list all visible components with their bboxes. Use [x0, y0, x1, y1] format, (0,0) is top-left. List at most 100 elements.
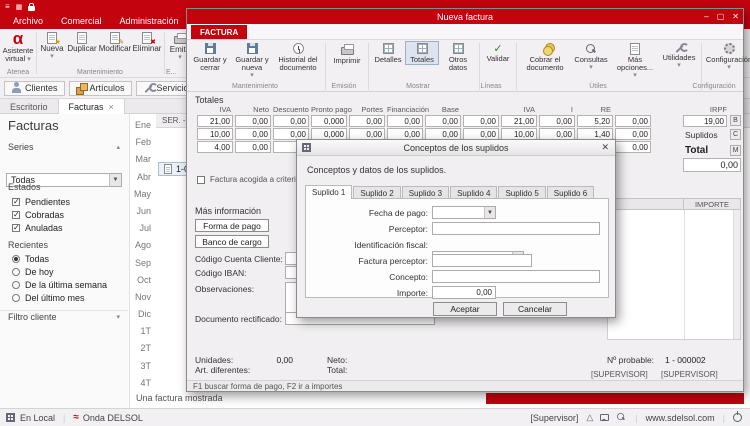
suplidos-titlebar[interactable]: Conceptos de los suplidos ✕ [297, 140, 615, 156]
totals-cell[interactable]: 0,00 [425, 115, 461, 127]
minimize-icon[interactable]: – [704, 12, 708, 21]
suplidos-label[interactable]: Suplidos [685, 130, 718, 140]
supervisor-label[interactable]: [Supervisor] [530, 413, 578, 423]
checkbox-icon[interactable] [12, 211, 20, 219]
irpf-value[interactable]: 19,00 [683, 115, 727, 127]
guardar-nueva-button[interactable]: Guardar y nueva ▾ [232, 42, 272, 80]
window-icon[interactable]: ▦ [16, 3, 23, 11]
mas-opciones-button[interactable]: Más opciones... ▾ [612, 42, 658, 80]
chevron-down-icon[interactable]: ▼ [484, 207, 495, 218]
duplicar-button[interactable]: Duplicar [66, 30, 98, 61]
fecha-pago-select[interactable]: ▼ [432, 206, 496, 219]
concepto-input[interactable] [432, 270, 600, 283]
brand-label[interactable]: Onda DELSOL [83, 413, 143, 423]
checkbox-icon[interactable] [197, 176, 205, 184]
configuracion-button[interactable]: Configuración ▾ [705, 42, 750, 72]
menu-archivo[interactable]: Archivo [6, 15, 50, 27]
month-item[interactable]: May [131, 189, 155, 206]
totals-cell[interactable]: 0,00 [235, 128, 271, 140]
radio-todas[interactable]: Todas [0, 252, 128, 265]
month-item[interactable]: Feb [131, 137, 155, 154]
eliminar-button[interactable]: ✖ Eliminar [132, 30, 162, 61]
grid-icon[interactable] [6, 413, 15, 422]
totals-cell[interactable]: 0,00 [463, 115, 499, 127]
month-item[interactable]: Jun [131, 206, 155, 223]
articulos-button[interactable]: Artículos [69, 81, 132, 96]
cancelar-button[interactable]: Cancelar [503, 302, 567, 316]
radio-de-hoy[interactable]: De hoy [0, 265, 128, 278]
banco-cargo-button[interactable]: Banco de cargo [195, 235, 269, 248]
otros-datos-button[interactable]: Otros datos [440, 42, 476, 72]
month-item[interactable]: Nov [131, 292, 155, 309]
radio-icon[interactable] [12, 294, 20, 302]
month-item[interactable]: Mar [131, 154, 155, 171]
close-icon[interactable]: ✕ [732, 12, 739, 21]
month-item[interactable]: Dic [131, 309, 155, 326]
month-item[interactable]: Ago [131, 240, 155, 257]
totals-cell[interactable]: 0,00 [615, 115, 651, 127]
search-icon[interactable] [616, 412, 626, 422]
maximize-icon[interactable]: ▢ [717, 12, 725, 21]
totals-cell[interactable]: 10,00 [197, 128, 233, 140]
month-item[interactable]: Abr [131, 172, 155, 189]
totals-cell[interactable]: 21,00 [197, 115, 233, 127]
filtro-cliente-section-header[interactable]: Filtro cliente ▾ [0, 310, 128, 323]
en-local-label[interactable]: En Local [20, 413, 55, 423]
series-section-header[interactable]: Series ▴ [0, 140, 128, 153]
nueva-button[interactable]: ★ Nueva▾ [38, 30, 66, 61]
recientes-section-header[interactable]: Recientes [0, 238, 128, 251]
month-item[interactable]: Jul [131, 223, 155, 240]
totals-cell[interactable]: 0,00 [349, 115, 385, 127]
hamburger-menu-icon[interactable]: ≡ [5, 2, 10, 11]
checkbox-anuladas[interactable]: Anuladas [0, 221, 128, 234]
tab-facturas[interactable]: Facturas × [58, 99, 125, 114]
totals-cell[interactable]: 21,00 [501, 115, 537, 127]
totals-cell[interactable]: 5,20 [577, 115, 613, 127]
estados-section-header[interactable]: Estados [0, 180, 128, 193]
lock-icon[interactable] [28, 6, 35, 11]
key-m-button[interactable]: M [730, 145, 741, 156]
totals-cell[interactable]: 0,00 [235, 141, 271, 153]
validar-button[interactable]: ✓ Validar [483, 42, 513, 63]
tab-factura[interactable]: FACTURA [191, 25, 247, 39]
radio-icon[interactable] [12, 255, 20, 263]
tab-escritorio[interactable]: Escritorio [0, 99, 58, 114]
month-item[interactable]: Sep [131, 258, 155, 275]
importe-input[interactable]: 0,00 [432, 286, 496, 299]
radio-ultima-semana[interactable]: De la última semana [0, 278, 128, 291]
website-link[interactable]: www.sdelsol.com [646, 413, 715, 423]
totals-cell[interactable]: 0,00 [235, 115, 271, 127]
radio-icon[interactable] [12, 268, 20, 276]
totals-cell[interactable]: 4,00 [197, 141, 233, 153]
importe-column-header[interactable]: IMPORTE [684, 199, 740, 209]
totals-cell[interactable]: 0,00 [387, 115, 423, 127]
radio-icon[interactable] [12, 281, 20, 289]
month-item[interactable]: Ene [131, 120, 155, 137]
close-icon[interactable]: ✕ [601, 142, 609, 153]
menu-comercial[interactable]: Comercial [54, 15, 109, 27]
cobrar-documento-button[interactable]: Cobrar el documento [520, 42, 570, 72]
scrollbar[interactable] [733, 210, 740, 339]
key-c-button[interactable]: C [730, 129, 741, 140]
consultas-button[interactable]: Consultas ▾ [572, 42, 610, 72]
modificar-button[interactable]: ✎ Modificar [98, 30, 132, 61]
totales-button[interactable]: Totales [406, 42, 438, 64]
lines-grid-body[interactable] [607, 210, 741, 340]
factura-perceptor-input[interactable] [432, 254, 532, 267]
month-item[interactable]: Oct [131, 275, 155, 292]
totals-cell[interactable]: 0,00 [273, 115, 309, 127]
totals-cell[interactable]: 0,000 [311, 115, 347, 127]
totals-cell[interactable]: 0,00 [615, 141, 651, 153]
alert-triangle-icon[interactable]: △ [586, 412, 593, 423]
chat-icon[interactable] [600, 414, 609, 421]
checkbox-cobradas[interactable]: Cobradas [0, 208, 128, 221]
close-tab-icon[interactable]: × [109, 102, 114, 112]
assistant-button[interactable]: α Asistente virtual ▾ [2, 30, 34, 64]
historial-button[interactable]: Historial del documento [274, 42, 322, 72]
aceptar-button[interactable]: Aceptar [433, 302, 497, 316]
dialog-titlebar[interactable]: Nueva factura – ▢ ✕ [187, 9, 743, 24]
utilidades-button[interactable]: Utilidades ▾ [660, 42, 698, 70]
checkbox-pendientes[interactable]: Pendientes [0, 195, 128, 208]
perceptor-input[interactable] [432, 222, 600, 235]
key-b-button[interactable]: B [730, 115, 741, 126]
